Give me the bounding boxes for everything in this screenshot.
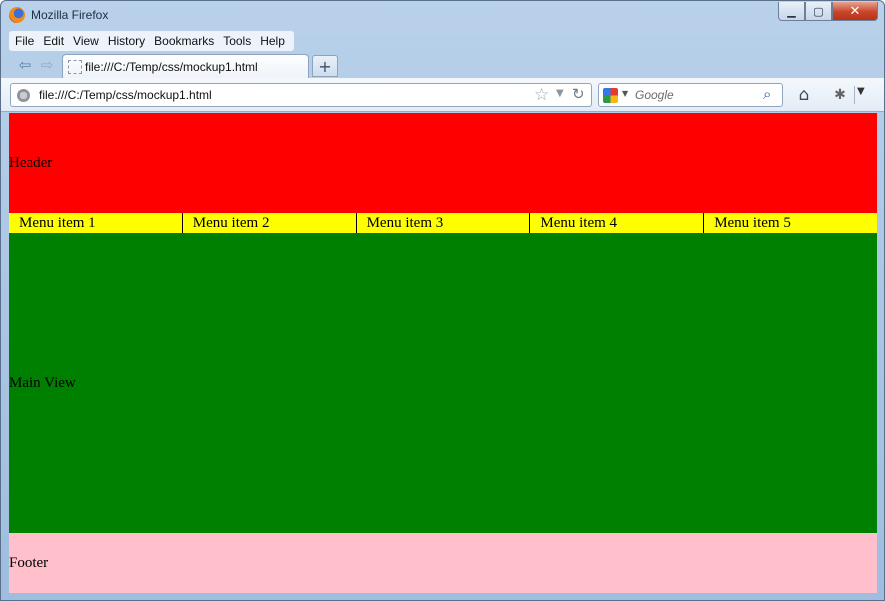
tab-label: file:///C:/Temp/css/mockup1.html (85, 60, 258, 74)
url-bar[interactable]: file:///C:/Temp/css/mockup1.html ☆ ▼ ↻ (10, 83, 592, 107)
bug-icon[interactable]: ✱ (829, 85, 851, 105)
page-content: Header Menu item 1 Menu item 2 Menu item… (9, 113, 877, 593)
new-tab-button[interactable]: + (312, 55, 338, 77)
search-engine-dropdown-icon[interactable]: ▼ (622, 89, 628, 98)
menu-file[interactable]: File (12, 31, 40, 51)
page-footer-text: Footer (9, 554, 49, 571)
menu-edit[interactable]: Edit (40, 31, 70, 51)
page-menu-item-2[interactable]: Menu item 2 (183, 213, 357, 233)
google-icon[interactable] (603, 88, 618, 103)
forward-arrow-icon[interactable]: ⇨ (37, 55, 57, 75)
url-text[interactable]: file:///C:/Temp/css/mockup1.html (39, 88, 212, 102)
minimize-button[interactable]: ▁ (778, 2, 805, 21)
title-bar: Mozilla Firefox ▁ ▢ ✕ (1, 1, 884, 31)
page-menu: Menu item 1 Menu item 2 Menu item 3 Menu… (9, 213, 877, 233)
page-main-text: Main View (9, 374, 76, 391)
menu-view[interactable]: View (70, 31, 105, 51)
page-header: Header (9, 113, 877, 213)
firefox-logo-icon (9, 7, 25, 23)
window-controls: ▁ ▢ ✕ (778, 2, 878, 21)
search-bar[interactable]: ▼ Google ⌕ (598, 83, 783, 107)
maximize-button[interactable]: ▢ (805, 2, 832, 21)
page-main-view: Main View (9, 233, 877, 533)
star-icon[interactable]: ☆ (534, 85, 549, 105)
page-menu-item-1[interactable]: Menu item 1 (9, 213, 183, 233)
navigation-toolbar: file:///C:/Temp/css/mockup1.html ☆ ▼ ↻ ▼… (1, 78, 884, 112)
page-menu-item-3[interactable]: Menu item 3 (357, 213, 531, 233)
reload-icon[interactable]: ↻ (572, 85, 585, 103)
home-icon[interactable]: ⌂ (793, 85, 815, 105)
menu-tools[interactable]: Tools (220, 31, 257, 51)
history-dropdown-icon[interactable]: ▼ (556, 88, 564, 99)
back-arrow-icon[interactable]: ⇦ (15, 55, 35, 75)
toolbar-dropdown-icon[interactable]: ▼ (857, 86, 865, 97)
menu-history[interactable]: History (105, 31, 151, 51)
globe-icon (17, 89, 30, 102)
menu-bar: File Edit View History Bookmarks Tools H… (9, 31, 294, 51)
page-header-text: Header (9, 154, 53, 171)
tab-strip: ⇦ ⇨ file:///C:/Temp/css/mockup1.html + (1, 51, 884, 79)
window-title: Mozilla Firefox (31, 8, 109, 22)
close-button[interactable]: ✕ (832, 2, 878, 21)
page-menu-item-4[interactable]: Menu item 4 (530, 213, 705, 233)
active-tab[interactable]: file:///C:/Temp/css/mockup1.html (62, 54, 309, 79)
browser-window: Mozilla Firefox ▁ ▢ ✕ File Edit View His… (0, 0, 885, 601)
page-footer: Footer (9, 533, 877, 593)
search-icon[interactable]: ⌕ (763, 85, 771, 103)
page-menu-item-5[interactable]: Menu item 5 (704, 213, 877, 233)
menu-bookmarks[interactable]: Bookmarks (151, 31, 220, 51)
search-placeholder[interactable]: Google (635, 88, 674, 102)
toolbar-separator (854, 86, 855, 104)
page-icon (68, 60, 82, 74)
menu-help[interactable]: Help (257, 31, 291, 51)
